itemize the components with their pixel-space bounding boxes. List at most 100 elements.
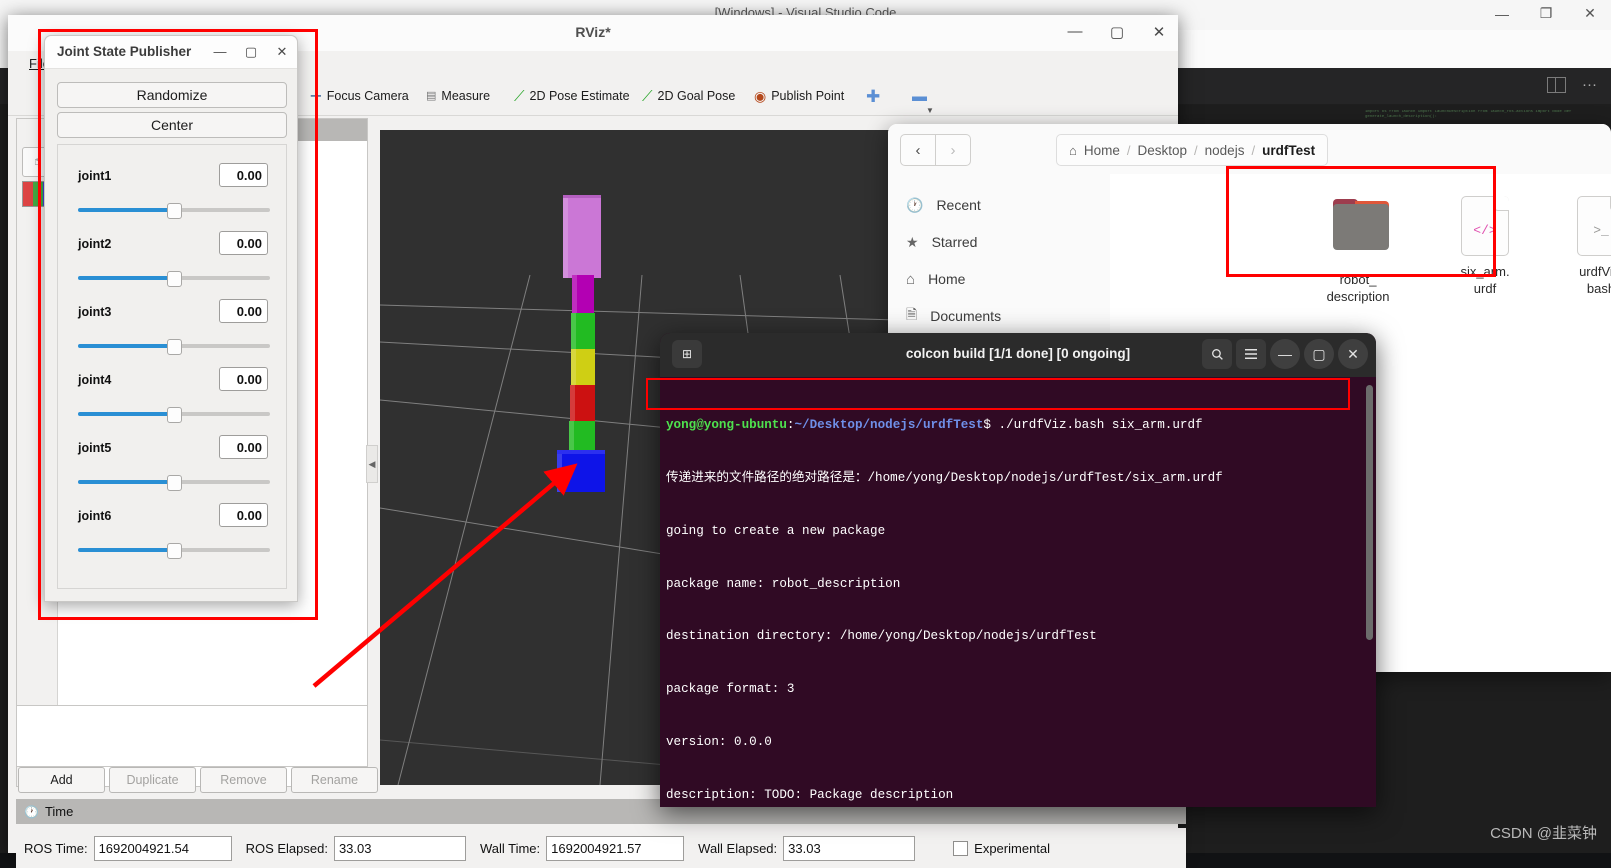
rviz-close-button[interactable]: ✕ bbox=[1150, 23, 1168, 41]
terminal-glyph: >_ bbox=[1593, 223, 1609, 238]
displays-button-row: Add Duplicate Remove Rename bbox=[18, 767, 378, 793]
robot-link-4 bbox=[571, 349, 595, 385]
terminal-minimize-button[interactable]: — bbox=[1270, 339, 1300, 369]
breadcrumb-desktop[interactable]: Desktop bbox=[1138, 143, 1188, 158]
robot-link-3 bbox=[570, 385, 595, 421]
script-file-icon: >_ bbox=[1576, 196, 1611, 256]
robot-link-5 bbox=[571, 313, 595, 349]
tool-focus-camera-label: Focus Camera bbox=[326, 89, 409, 103]
back-button[interactable]: ‹ bbox=[900, 134, 936, 166]
tool-2d-pose-estimate-label: 2D Pose Estimate bbox=[529, 89, 630, 103]
terminal-dollar: $ bbox=[983, 418, 991, 433]
sidebar-item-label: Recent bbox=[936, 197, 981, 213]
sidebar-item-documents[interactable]: 🗎 Documents bbox=[906, 304, 1001, 328]
pose-estimate-arrow-icon: ⟋ bbox=[514, 87, 525, 105]
breadcrumb-separator: / bbox=[1251, 142, 1256, 158]
tool-publish-point-label: Publish Point bbox=[771, 89, 845, 103]
ros-elapsed-input[interactable] bbox=[333, 835, 466, 861]
plus-icon: ✚ bbox=[866, 86, 881, 106]
files-highlight-box bbox=[1226, 166, 1496, 277]
file-item-urdfviz-bash[interactable]: >_ urdfViz. bash bbox=[1553, 196, 1611, 297]
displays-detail-panel bbox=[16, 705, 368, 767]
tool-publish-point[interactable]: ◉ Publish Point bbox=[748, 83, 850, 109]
sidebar-item-label: Home bbox=[928, 271, 966, 287]
home-icon: ⌂ bbox=[906, 270, 916, 288]
terminal-path: ~/Desktop/nodejs/urdfTest bbox=[794, 418, 984, 433]
tool-focus-camera[interactable]: ✛ Focus Camera bbox=[304, 83, 415, 109]
tool-2d-goal-pose[interactable]: ⟋ 2D Goal Pose bbox=[636, 83, 741, 109]
robot-link-hand bbox=[563, 195, 601, 278]
rename-button[interactable]: Rename bbox=[291, 767, 378, 793]
search-icon[interactable] bbox=[1202, 339, 1232, 369]
ros-elapsed-field: ROS Elapsed: bbox=[246, 835, 466, 861]
sidebar-item-label: Starred bbox=[931, 234, 978, 250]
terminal-prompt-line: yong@yong-ubuntu:~/Desktop/nodejs/urdfTe… bbox=[666, 417, 1376, 435]
remove-button[interactable]: Remove bbox=[200, 767, 287, 793]
tool-2d-pose-estimate[interactable]: ⟋ 2D Pose Estimate bbox=[508, 83, 636, 109]
rviz-minimize-button[interactable]: — bbox=[1066, 23, 1084, 41]
terminal-maximize-button[interactable]: ▢ bbox=[1304, 339, 1334, 369]
breadcrumb-home[interactable]: Home bbox=[1084, 143, 1120, 158]
tool-add-tool[interactable]: ✚ bbox=[860, 83, 886, 109]
experimental-label: Experimental bbox=[974, 840, 1051, 856]
vscode-maximize-icon[interactable]: ❐ bbox=[1537, 5, 1555, 22]
breadcrumb: ⌂ Home / Desktop / nodejs / urdfTest bbox=[1056, 134, 1329, 166]
vscode-window-controls[interactable]: — ❐ ✕ bbox=[1493, 5, 1599, 22]
jsp-highlight-box bbox=[38, 29, 318, 620]
breadcrumb-separator: / bbox=[1194, 142, 1198, 158]
files-nav-buttons[interactable]: ‹ › bbox=[900, 134, 971, 166]
vscode-close-icon[interactable]: ✕ bbox=[1581, 5, 1599, 22]
sidebar-item-label: Documents bbox=[930, 308, 1002, 324]
clock-icon: 🕐 bbox=[24, 804, 39, 819]
terminal-user: yong@yong-ubuntu bbox=[666, 418, 787, 433]
tool-measure-label: Measure bbox=[441, 89, 491, 103]
ros-time-input[interactable] bbox=[93, 835, 232, 861]
publish-point-pin-icon: ◉ bbox=[754, 88, 767, 104]
time-panel-title: Time bbox=[44, 804, 74, 819]
ros-time-field: ROS Time: bbox=[24, 835, 232, 861]
tool-measure[interactable]: ▤ Measure bbox=[420, 83, 496, 109]
terminal-line: version: 0.0.0 bbox=[666, 734, 772, 749]
terminal-close-button[interactable]: ✕ bbox=[1338, 339, 1368, 369]
sidebar-item-starred[interactable]: ★ Starred bbox=[906, 230, 977, 254]
ros-time-label: ROS Time: bbox=[24, 840, 88, 856]
wall-time-label: Wall Time: bbox=[479, 840, 541, 856]
terminal-titlebar: ⊞ colcon build [1/1 done] [0 ongoing] — … bbox=[660, 333, 1376, 377]
wall-time-input[interactable] bbox=[546, 835, 685, 861]
terminal-line: package format: 3 bbox=[666, 682, 795, 697]
tool-2d-goal-pose-label: 2D Goal Pose bbox=[657, 89, 736, 103]
duplicate-button[interactable]: Duplicate bbox=[109, 767, 196, 793]
document-icon: 🗎 bbox=[906, 306, 918, 322]
left-dock-collapse-handle[interactable]: ◀ bbox=[366, 445, 378, 483]
breadcrumb-separator: / bbox=[1126, 142, 1131, 158]
breadcrumb-nodejs[interactable]: nodejs bbox=[1205, 143, 1245, 158]
add-button[interactable]: Add bbox=[18, 767, 105, 793]
experimental-checkbox[interactable] bbox=[953, 840, 969, 856]
clock-icon: 🕐 bbox=[906, 196, 924, 213]
split-editor-icon[interactable] bbox=[1547, 76, 1566, 93]
terminal-scrollbar[interactable] bbox=[1366, 385, 1373, 640]
terminal-output[interactable]: yong@yong-ubuntu:~/Desktop/nodejs/urdfTe… bbox=[660, 377, 1376, 807]
rviz-window-controls[interactable]: — ▢ ✕ bbox=[1066, 23, 1168, 41]
vscode-editor-actions[interactable]: ··· bbox=[1547, 76, 1597, 93]
breadcrumb-urdftest[interactable]: urdfTest bbox=[1262, 143, 1315, 158]
terminal-actions[interactable]: — ▢ ✕ bbox=[1202, 339, 1368, 369]
terminal-line: description: TODO: Package description bbox=[666, 787, 954, 802]
wall-time-field: Wall Time: bbox=[479, 835, 685, 861]
experimental-checkbox-row[interactable]: Experimental bbox=[953, 840, 1051, 856]
hamburger-menu-icon[interactable] bbox=[1236, 339, 1266, 369]
file-item-label: urdfViz. bash bbox=[1579, 264, 1611, 296]
forward-button[interactable]: › bbox=[936, 134, 971, 166]
measure-icon: ▤ bbox=[426, 89, 437, 102]
star-icon: ★ bbox=[906, 233, 919, 250]
rviz-maximize-button[interactable]: ▢ bbox=[1108, 23, 1126, 41]
sidebar-item-home[interactable]: ⌂ Home bbox=[906, 267, 965, 291]
vscode-minimize-icon[interactable]: — bbox=[1493, 6, 1511, 22]
wall-elapsed-label: Wall Elapsed: bbox=[698, 840, 778, 856]
more-actions-icon[interactable]: ··· bbox=[1582, 76, 1597, 93]
wall-elapsed-field: Wall Elapsed: bbox=[698, 835, 916, 861]
watermark: CSDN @韭菜钟 bbox=[1490, 825, 1597, 842]
toolbar-overflow-icon[interactable]: ▼ bbox=[926, 106, 934, 115]
wall-elapsed-input[interactable] bbox=[783, 835, 916, 861]
sidebar-item-recent[interactable]: 🕐 Recent bbox=[906, 193, 981, 217]
